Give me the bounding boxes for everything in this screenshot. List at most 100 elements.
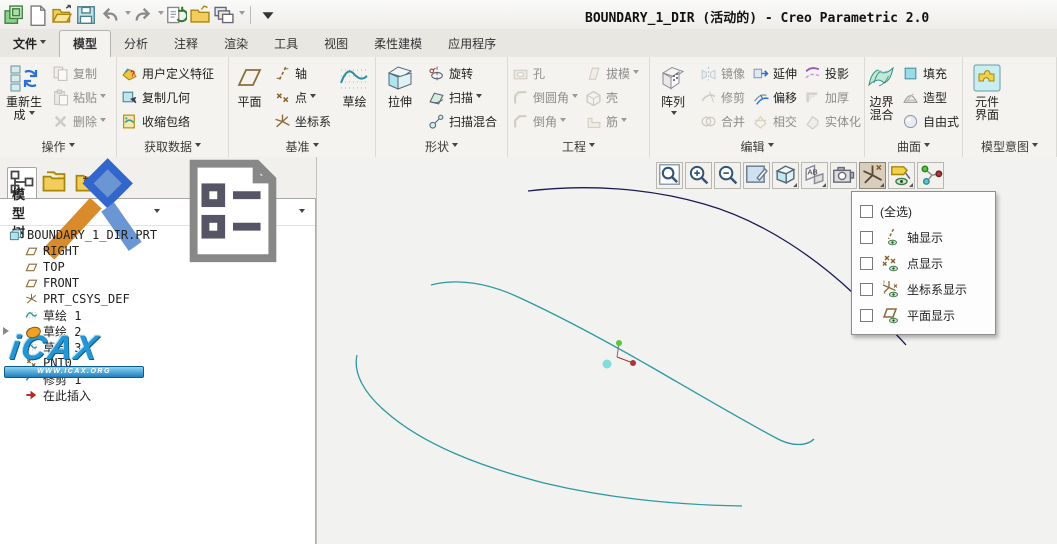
redo-button[interactable] xyxy=(132,4,154,26)
undo-button[interactable] xyxy=(99,4,121,26)
tab-分析[interactable]: 分析 xyxy=(111,31,161,57)
boundary-blend-button[interactable]: 边界 混合 xyxy=(865,59,898,122)
boundary-curve-teal-upper[interactable] xyxy=(430,281,815,446)
fill-button[interactable]: 填充 xyxy=(898,61,962,85)
ribbon-group-label-工程[interactable]: 工程 xyxy=(508,138,649,155)
chamfer-button[interactable]: 倒角 xyxy=(508,109,581,133)
regenerate-button[interactable]: 重新生成 xyxy=(0,59,48,122)
display-style-button[interactable] xyxy=(772,162,799,189)
paste-button[interactable]: 粘贴 xyxy=(48,85,109,109)
ribbon-group-label-模型意图[interactable]: 模型意图 xyxy=(963,138,1056,155)
thicken-button[interactable]: 加厚 xyxy=(800,85,864,109)
sweep-button[interactable]: 扫描 xyxy=(424,85,500,109)
swept-blend-button[interactable]: 扫描混合 xyxy=(424,109,500,133)
tab-注释[interactable]: 注释 xyxy=(161,31,211,57)
menu-item-csys-display[interactable]: y z 坐标系显示 xyxy=(852,276,995,302)
regenerate-quick-button[interactable] xyxy=(165,4,187,26)
merge-button[interactable]: 合并 xyxy=(696,109,748,133)
boundary-curve-teal-lower[interactable] xyxy=(355,354,743,507)
menu-item-point-display[interactable]: 点显示 xyxy=(852,250,995,276)
tree-item-PRT_CSYS_DEF[interactable]: PRT_CSYS_DEF xyxy=(0,291,315,307)
datum-point-button[interactable]: 点 xyxy=(270,85,334,109)
tree-item-FRONT[interactable]: FRONT xyxy=(0,275,315,291)
extrude-button[interactable]: 拉伸 xyxy=(376,59,424,109)
svg-text:y: y xyxy=(883,279,886,284)
freestyle-button[interactable]: 自由式 xyxy=(898,109,962,133)
menu-item-plane-display[interactable]: 平面显示 xyxy=(852,302,995,328)
mirror-button[interactable]: 镜像 xyxy=(696,61,748,85)
copy-button[interactable]: 复制 xyxy=(48,61,109,85)
svg-text:?: ? xyxy=(130,68,135,78)
dropdown-caret[interactable] xyxy=(239,11,245,18)
menu-item-plane-display-checkbox[interactable] xyxy=(860,308,873,322)
tree-item-BOUNDARY_1_DIR.PRT[interactable]: BOUNDARY_1_DIR.PRT xyxy=(0,227,315,243)
view-manager-button[interactable] xyxy=(830,162,857,189)
tab-模型[interactable]: 模型 xyxy=(59,30,112,58)
menu-item-select-all-checkbox[interactable] xyxy=(860,204,873,218)
open-button[interactable] xyxy=(51,4,73,26)
menu-item-select-all[interactable]: (全选) xyxy=(852,198,995,224)
delete-button[interactable]: 删除 xyxy=(48,109,109,133)
datum-display-filters-button[interactable] xyxy=(859,162,886,189)
dropdown-caret[interactable] xyxy=(158,11,164,18)
pattern-button[interactable]: 阵列 xyxy=(650,59,696,122)
project-button[interactable]: 投影 xyxy=(800,61,864,85)
trim-button[interactable]: 修剪 xyxy=(696,85,748,109)
draft-button[interactable]: 拔模 xyxy=(581,61,642,85)
boundary-curve-dark[interactable] xyxy=(527,187,907,346)
tab-渲染[interactable]: 渲染 xyxy=(211,31,261,57)
tab-应用程序[interactable]: 应用程序 xyxy=(435,31,509,57)
toolbar-overflow-button[interactable] xyxy=(257,4,279,26)
spin-center-button[interactable] xyxy=(917,162,944,189)
tab-file[interactable]: 文件 xyxy=(0,31,59,57)
save-button[interactable] xyxy=(75,4,97,26)
tree-item-草绘 1[interactable]: 草绘 1 xyxy=(0,307,315,323)
shrinkwrap-button[interactable]: 收缩包络 xyxy=(117,109,217,133)
tab-工具[interactable]: 工具 xyxy=(261,31,311,57)
dropdown-caret xyxy=(671,111,678,118)
copy-geometry-button[interactable]: 复制几何 xyxy=(117,85,217,109)
menu-item-axis-display[interactable]: 轴显示 xyxy=(852,224,995,250)
menu-item-point-display-checkbox[interactable] xyxy=(860,256,873,270)
pattern-button-label: 阵列 xyxy=(661,96,685,122)
zoom-fit-button[interactable] xyxy=(656,162,683,189)
repaint-button[interactable] xyxy=(743,162,770,189)
datum-axis-button[interactable]: 轴 xyxy=(270,61,334,85)
tab-视图[interactable]: 视图 xyxy=(311,31,361,57)
component-interface-button[interactable]: 元件 界面 xyxy=(963,59,1011,122)
saved-orientations-button[interactable]: AB xyxy=(801,162,828,189)
ribbon-group-label-形状[interactable]: 形状 xyxy=(376,138,507,155)
udf-button[interactable]: ? 用户定义特征 xyxy=(117,61,217,85)
rib-button[interactable]: 筋 xyxy=(581,109,642,133)
zoom-out-button[interactable] xyxy=(714,162,741,189)
recent-folder-button[interactable] xyxy=(189,4,211,26)
round-button[interactable]: 倒圆角 xyxy=(508,85,581,109)
dropdown-caret[interactable] xyxy=(125,11,131,18)
style-button[interactable]: 造型 xyxy=(898,85,962,109)
solidify-button[interactable]: 实体化 xyxy=(800,109,864,133)
sketch-button[interactable]: 草绘 xyxy=(334,59,375,109)
new-file-button[interactable] xyxy=(27,4,49,26)
zoom-in-button[interactable] xyxy=(685,162,712,189)
menu-item-csys-display-checkbox[interactable] xyxy=(860,282,873,296)
annotation-display-button[interactable] xyxy=(888,162,915,189)
ribbon-group-label-曲面[interactable]: 曲面 xyxy=(865,138,962,155)
tree-item-RIGHT[interactable]: RIGHT xyxy=(0,243,315,259)
window-cascade-button[interactable] xyxy=(3,4,25,26)
graphics-area[interactable]: AB (全选) 轴显示 点显示 y z 坐标系显示 平面显示 xyxy=(316,157,1057,544)
ribbon-group-label-编辑[interactable]: 编辑 xyxy=(650,138,864,155)
datum-csys-button[interactable]: 坐标系 xyxy=(270,109,334,133)
revolve-button[interactable]: 旋转 xyxy=(424,61,500,85)
tree-item-TOP[interactable]: TOP xyxy=(0,259,315,275)
datum-plane-button[interactable]: 平面 xyxy=(229,59,270,109)
tree-item-在此插入[interactable]: 在此插入 xyxy=(0,387,315,403)
dropdown-caret xyxy=(476,93,483,101)
offset-button[interactable]: 偏移 xyxy=(748,85,800,109)
menu-item-axis-display-checkbox[interactable] xyxy=(860,230,873,244)
shell-button[interactable]: 壳 xyxy=(581,85,642,109)
extend-button[interactable]: 延伸 xyxy=(748,61,800,85)
windows-button[interactable] xyxy=(213,4,235,26)
hole-button[interactable]: 孔 xyxy=(508,61,581,85)
intersect-button[interactable]: 相交 xyxy=(748,109,800,133)
tab-柔性建模[interactable]: 柔性建模 xyxy=(361,31,435,57)
